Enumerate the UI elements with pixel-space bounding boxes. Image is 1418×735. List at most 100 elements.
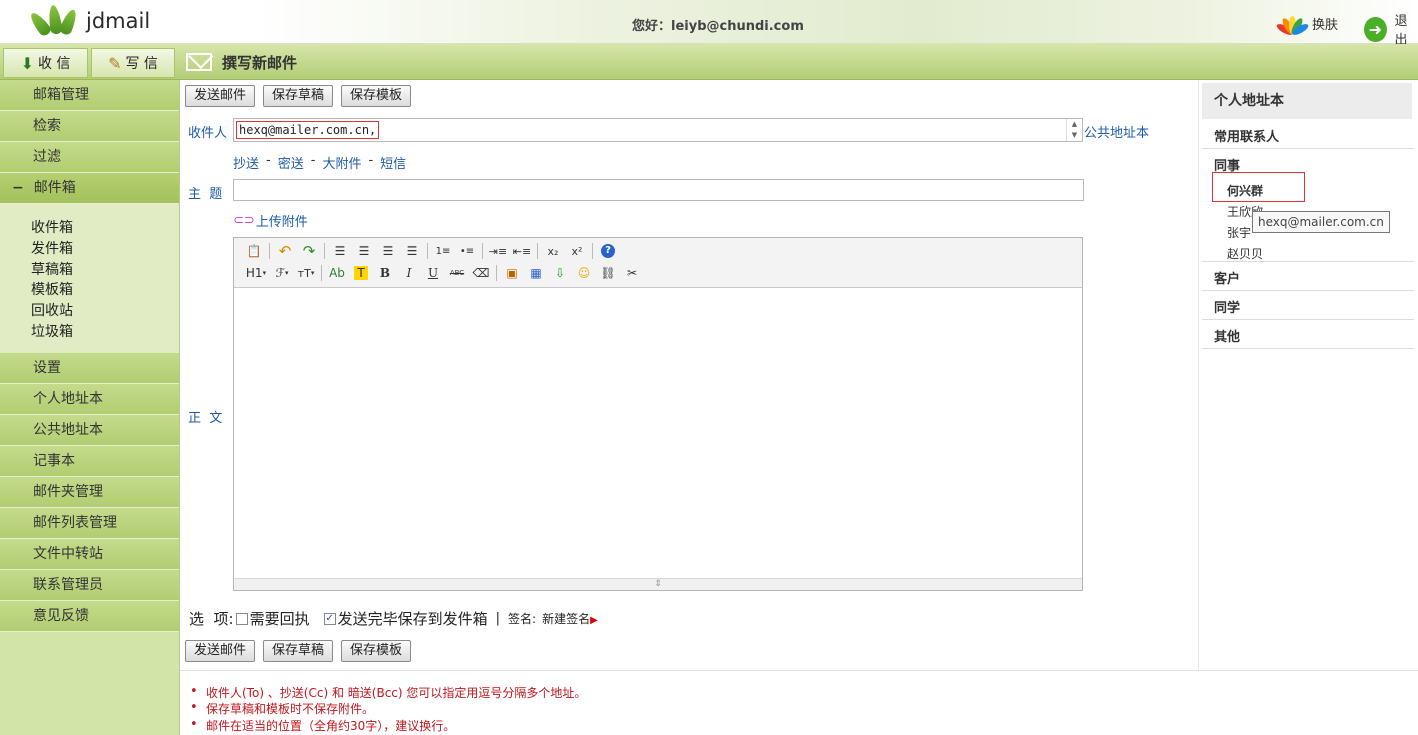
sidebar-item-mailbox-management[interactable]: 邮箱管理 (0, 80, 179, 111)
save-sent-label: 发送完毕保存到发件箱 (337, 610, 488, 628)
sidebar-item-personal-addressbook[interactable]: 个人地址本 (0, 383, 179, 415)
align-left-icon[interactable]: ☰ (328, 241, 352, 261)
group-others[interactable]: 其他 (1214, 326, 1240, 345)
to-input[interactable]: hexq@mailer.com.cn, ▲ ▼ (233, 118, 1083, 142)
align-center-icon[interactable]: ☰ (352, 241, 376, 261)
font-color-label: Ab (329, 266, 345, 280)
font-color-button[interactable]: Ab (325, 263, 349, 283)
contact-item[interactable]: 赵贝贝 (1227, 245, 1263, 262)
justify-icon[interactable]: ☰ (400, 241, 424, 261)
recipient-chip[interactable]: hexq@mailer.com.cn, (236, 121, 380, 139)
heading-dropdown[interactable]: H1 ▾ (242, 263, 270, 283)
folder-spam[interactable]: 垃圾箱 (31, 322, 179, 343)
toolbar-divider (324, 243, 325, 259)
sidebar-item-folder-management[interactable]: 邮件夹管理 (0, 476, 179, 508)
sidebar-item-file-transfer[interactable]: 文件中转站 (0, 538, 179, 570)
group-clients[interactable]: 客户 (1214, 268, 1240, 287)
editor-resize-handle[interactable]: ⇕ (234, 578, 1082, 590)
editor-body[interactable] (234, 288, 1082, 578)
help-icon[interactable]: ? (596, 241, 620, 261)
sidebar-item-mailing-list[interactable]: 邮件列表管理 (0, 507, 179, 539)
unlink-icon[interactable]: ✂ (620, 263, 644, 283)
upload-attachment-link[interactable]: ⊂⊃ 上传附件 (233, 211, 308, 230)
sidebar-item-search[interactable]: 检索 (0, 111, 179, 142)
superscript-icon[interactable]: x² (565, 241, 589, 261)
subject-input[interactable] (233, 179, 1084, 201)
envelope-icon (186, 53, 212, 71)
group-frequent[interactable]: 常用联系人 (1214, 126, 1279, 145)
triangle-right-icon: ▶ (590, 615, 598, 626)
table-icon[interactable]: ▦ (524, 263, 548, 283)
sms-link[interactable]: 短信 (380, 153, 406, 172)
receive-mail-button[interactable]: ⬇ 收 信 (3, 48, 88, 78)
save-sent-checkbox[interactable]: ✓ (323, 612, 336, 625)
upload-attachment-label: 上传附件 (255, 215, 308, 230)
signature-dropdown[interactable]: 新建签名▶ (542, 610, 598, 627)
save-draft-button-bottom[interactable]: 保存草稿 (263, 640, 334, 662)
folder-sent[interactable]: 发件箱 (31, 239, 179, 260)
leaf-logo-icon (27, 4, 80, 38)
save-template-button[interactable]: 保存模板 (341, 85, 412, 107)
folder-templates[interactable]: 模板箱 (31, 280, 179, 301)
save-template-button-bottom[interactable]: 保存模板 (341, 640, 412, 662)
cc-link[interactable]: 抄送 (233, 153, 259, 172)
folder-trash[interactable]: 回收站 (31, 301, 179, 322)
app-header: jdmail 您好：leiyb@chundi.com 换肤 ➜ 退出 (0, 0, 1418, 48)
signature-label: 签名: (508, 612, 537, 626)
underline-button[interactable]: U (421, 263, 445, 283)
logout-label: 退出 (1394, 14, 1408, 48)
public-addressbook-link[interactable]: 公共地址本 (1084, 122, 1149, 141)
link-icon[interactable]: ⛓ (596, 263, 620, 283)
font-family-dropdown[interactable]: ℱ ▾ (270, 263, 294, 283)
indent-icon[interactable]: ⇥≡ (486, 241, 510, 261)
emoticon-icon[interactable]: ☺ (572, 263, 596, 283)
folder-inbox[interactable]: 收件箱 (31, 218, 179, 239)
sidebar-item-settings[interactable]: 设置 (0, 352, 179, 384)
subscript-icon[interactable]: x₂ (541, 241, 565, 261)
paste-icon[interactable]: 📋 (242, 241, 266, 261)
sidebar-item-feedback[interactable]: 意见反馈 (0, 600, 179, 632)
align-right-icon[interactable]: ☰ (376, 241, 400, 261)
strikethrough-button[interactable]: ABC (445, 263, 469, 283)
skin-icon (1275, 10, 1310, 38)
redo-icon[interactable]: ↷ (297, 241, 321, 261)
to-scrollbar[interactable]: ▲ ▼ (1066, 119, 1082, 141)
receipt-checkbox[interactable] (235, 612, 248, 625)
background-color-button[interactable]: T (349, 263, 373, 283)
save-draft-button[interactable]: 保存草稿 (263, 85, 334, 107)
big-attachment-link[interactable]: 大附件 (322, 153, 361, 172)
sidebar-item-mailboxes[interactable]: − 邮件箱 (0, 173, 179, 204)
sidebar-item-public-addressbook[interactable]: 公共地址本 (0, 414, 179, 446)
skin-button[interactable]: 换肤 (1275, 10, 1338, 38)
sidebar-item-filter[interactable]: 过滤 (0, 142, 179, 173)
font-size-dropdown[interactable]: тT ▾ (294, 263, 318, 283)
download-icon: ⬇ (20, 53, 34, 73)
chevron-down-icon: ▾ (284, 269, 289, 277)
contact-item[interactable]: 张宇 (1227, 224, 1251, 241)
bold-button[interactable]: B (373, 263, 397, 283)
logout-button[interactable]: ➜ 退出 (1364, 10, 1418, 48)
ordered-list-icon[interactable]: 1≡ (431, 241, 455, 261)
image-icon[interactable]: ▣ (500, 263, 524, 283)
unordered-list-icon[interactable]: •≡ (455, 241, 479, 261)
folder-drafts[interactable]: 草稿箱 (31, 260, 179, 281)
send-button[interactable]: 发送邮件 (185, 85, 256, 107)
user-greeting: 您好：leiyb@chundi.com (632, 19, 804, 34)
notepad-icon: ✎ (108, 53, 122, 73)
sidebar-item-contact-admin[interactable]: 联系管理员 (0, 569, 179, 601)
toolbar-divider (537, 243, 538, 259)
outdent-icon[interactable]: ⇤≡ (510, 241, 534, 261)
write-mail-button[interactable]: ✎ 写 信 (91, 48, 175, 78)
contact-item[interactable]: 何兴群 (1227, 182, 1263, 199)
group-classmates[interactable]: 同学 (1214, 297, 1240, 316)
italic-button[interactable]: I (397, 263, 421, 283)
horizontal-rule-icon[interactable]: ⇩ (548, 263, 572, 283)
link-separator: - (368, 153, 374, 168)
send-button-bottom[interactable]: 发送邮件 (185, 640, 256, 662)
divider (1202, 148, 1414, 149)
eraser-icon[interactable]: ⌫ (469, 263, 493, 283)
sidebar-item-mailboxes-label: 邮件箱 (33, 180, 76, 196)
bcc-link[interactable]: 密送 (278, 153, 304, 172)
undo-icon[interactable]: ↶ (273, 241, 297, 261)
sidebar-item-notebook[interactable]: 记事本 (0, 445, 179, 477)
